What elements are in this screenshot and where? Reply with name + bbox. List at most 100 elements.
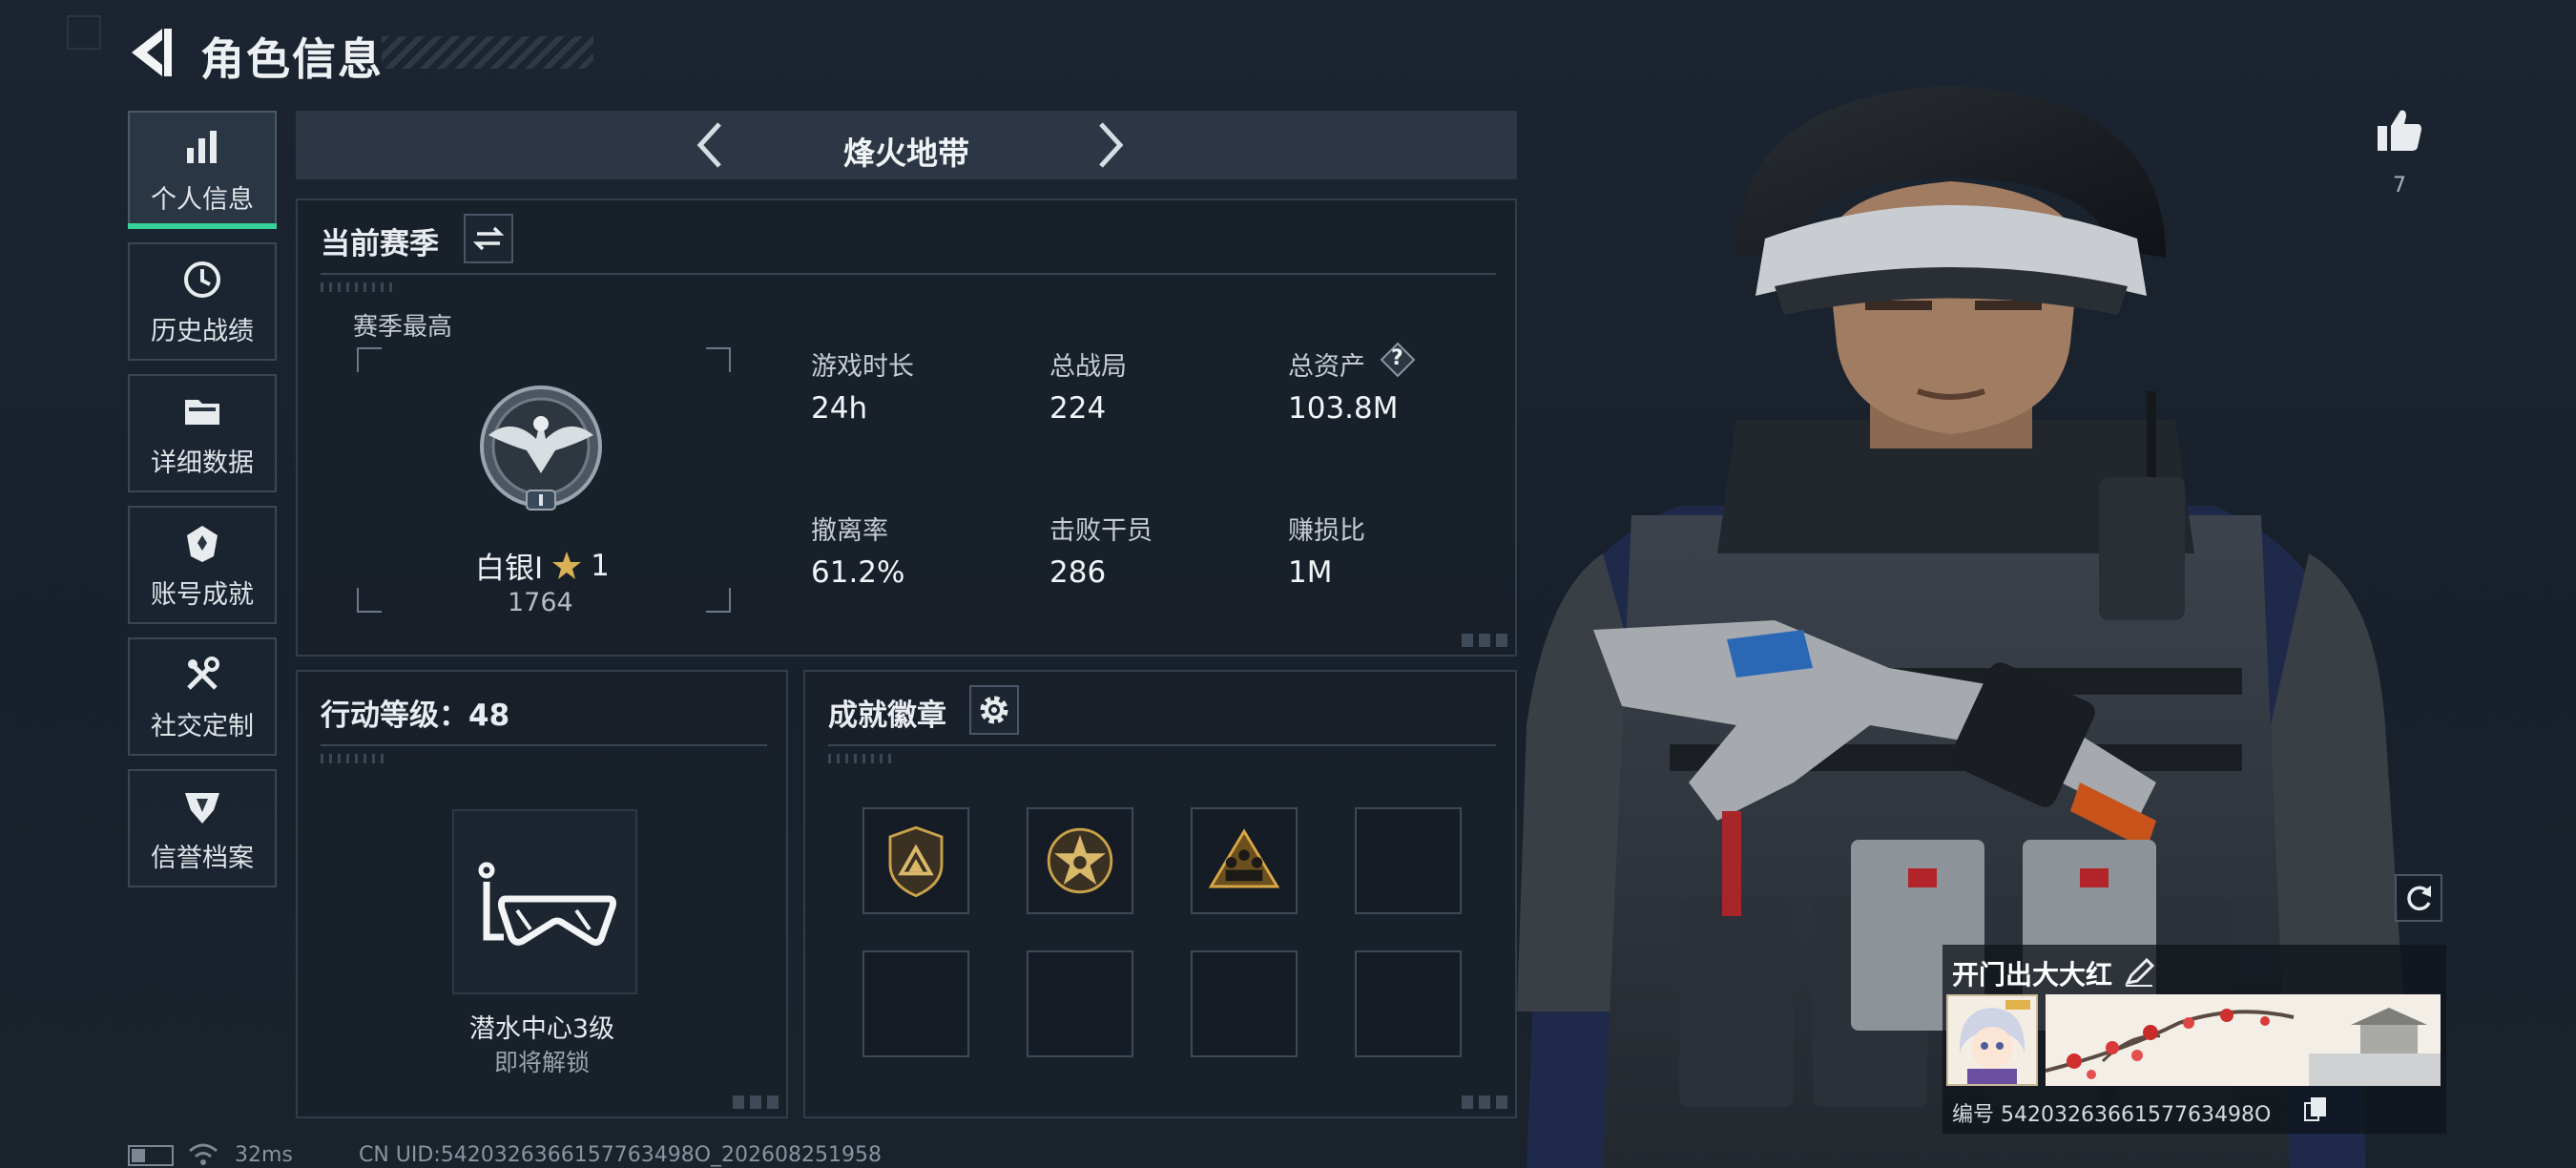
corner-mark [67,15,101,50]
sidebar-item-personal-info[interactable]: 个人信息 [128,111,277,229]
edit-name-button[interactable] [2122,954,2156,989]
frame-corner [706,347,731,372]
player-name: 开门出大大红 [1952,959,2113,991]
folder-icon [185,399,219,425]
copy-icon [2304,1097,2326,1121]
uid-text: CN UID:5420326366157763498O_202608251958 [359,1143,882,1167]
ping-text: 32ms [235,1143,293,1167]
tick-decoration [321,754,384,763]
badge-settings-button[interactable] [969,685,1019,735]
back-button[interactable] [124,23,177,82]
like-button[interactable] [2374,105,2425,156]
stat-extract-rate-label: 撤离率 [811,516,888,546]
thumbs-up-icon [2378,110,2421,151]
sidebar-item-detail-data[interactable]: 详细数据 [128,374,277,492]
badge-slot-3[interactable] [1191,807,1298,914]
rotate-view-button[interactable] [2395,874,2442,922]
stat-total-matches-value: 224 [1049,391,1107,426]
bar-chart-icon [187,130,217,163]
panel-corner-decoration [733,1095,780,1109]
gear-icon [980,696,1008,724]
stat-extract-rate-value: 61.2% [811,555,905,590]
gold-star-icon [552,551,582,579]
badge-slot-8[interactable] [1355,950,1462,1057]
mode-selector: 烽火地带 [296,111,1517,179]
divider [321,273,1496,275]
clock-icon [184,261,220,298]
tick-decoration [828,754,891,763]
mode-title: 烽火地带 [843,135,969,172]
page-title: 角色信息 [200,33,384,85]
badge-slot-4[interactable] [1355,807,1462,914]
sidebar-item-history[interactable]: 历史战绩 [128,242,277,361]
player-avatar[interactable] [1946,994,2038,1086]
badge-slot-7[interactable] [1191,950,1298,1057]
like-count: 7 [2393,174,2406,198]
sidebar-item-label: 历史战绩 [151,316,254,346]
player-nameplate: 开门出大大红 编号 5420326366157763498O [1942,945,2446,1134]
facility-card[interactable] [452,809,637,994]
chevron-right-icon [1099,122,1124,168]
rank-label-row: 白银I 1 [475,544,610,587]
frame-corner [706,588,731,613]
back-arrow-icon [132,29,172,76]
star-badge-icon [1047,827,1113,894]
switch-season-button[interactable] [464,214,513,263]
badge-slot-6[interactable] [1027,950,1133,1057]
sidebar-item-social[interactable]: 社交定制 [128,637,277,756]
badge-slot-5[interactable] [862,950,969,1057]
battery-icon [128,1145,174,1166]
sidebar-item-achievements[interactable]: 账号成就 [128,506,277,624]
copy-id-button[interactable] [2303,1095,2328,1122]
facility-status: 即将解锁 [493,1049,590,1076]
next-mode-button[interactable] [1086,120,1133,170]
sidebar-item-label: 账号成就 [151,579,254,610]
plum-blossom-banner-image [2046,994,2441,1086]
diving-goggles-icon [478,862,616,947]
badge-slot-2[interactable] [1027,807,1133,914]
stat-play-time-label: 游戏时长 [811,352,914,382]
stat-kills-label: 击败干员 [1049,516,1153,546]
achievement-icon [187,525,218,562]
help-button[interactable]: ? [1380,342,1416,378]
badges-title: 成就徽章 [828,699,946,733]
frame-corner [357,588,382,613]
player-id-number: 编号 5420326366157763498O [1952,1103,2272,1127]
silver-eagle-emblem-icon [480,386,602,511]
stat-total-matches-label: 总战局 [1049,352,1127,382]
sidebar-item-label: 信誉档案 [151,843,254,873]
stat-play-time-value: 24h [811,391,868,426]
stat-kills-value: 286 [1049,555,1107,590]
sidebar-item-label: 社交定制 [151,711,254,741]
season-title: 当前赛季 [321,227,439,261]
stat-profit-ratio-value: 1M [1288,555,1333,590]
stat-profit-ratio-label: 赚损比 [1288,516,1365,546]
shield-triangle-badge-icon [888,825,944,898]
divider [828,744,1496,746]
sidebar-item-credit[interactable]: 信誉档案 [128,769,277,887]
badge-slot-1[interactable] [862,807,969,914]
anime-avatar-image [1948,996,2036,1084]
sidebar-item-label: 个人信息 [151,184,254,215]
refresh-icon [2407,886,2431,911]
stat-total-assets-label: 总资产 [1288,352,1365,382]
badges-panel: 成就徽章 [803,670,1517,1118]
action-level-title: 行动等级：48 [321,699,510,733]
rank-emblem [469,378,613,521]
wifi-icon [187,1141,219,1166]
facility-name: 潜水中心3级 [468,1014,615,1044]
nameplate-banner [2046,994,2441,1086]
rank-name: 白银I [475,552,544,586]
tools-icon [187,656,219,690]
season-panel: 当前赛季 赛季最高 白银I 1 1764 游戏时长 24h 总战局 224 总资… [296,198,1517,657]
sidebar-item-label: 详细数据 [151,448,254,478]
frame-corner [357,347,382,372]
credit-icon [185,792,219,824]
action-level-panel: 行动等级：48 潜水中心3级 即将解锁 [296,670,788,1118]
squad-badge-icon [1208,828,1280,888]
stat-total-assets-value: 103.8M [1288,391,1399,426]
divider [321,744,767,746]
help-glyph: ? [1391,346,1403,370]
swap-icon [472,226,505,251]
tick-decoration [321,282,397,292]
